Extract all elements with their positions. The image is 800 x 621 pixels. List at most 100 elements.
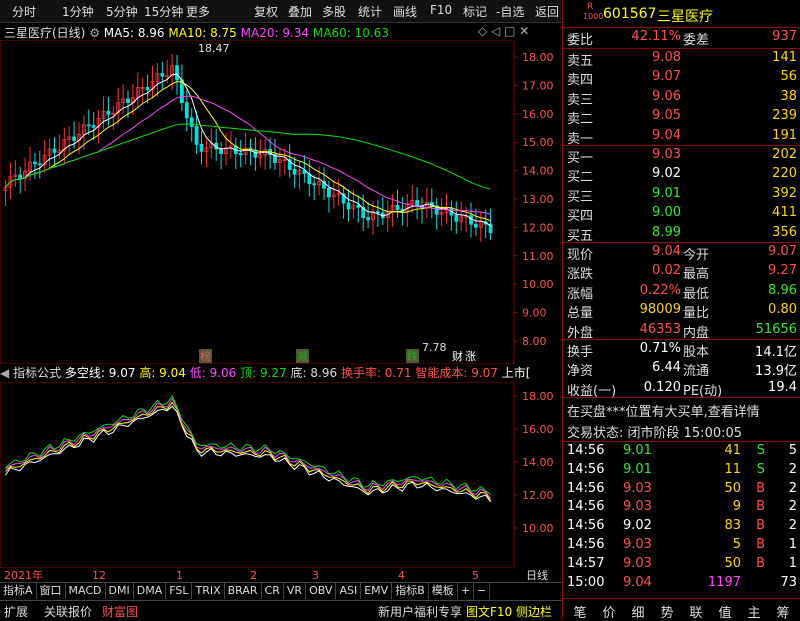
y-tick-label: 11.00	[522, 250, 554, 263]
indicator-tabs: 指标A 窗口 MACD DMI DMA FSL TRIX BRAR CR VR OBV ASI EMV 指…	[0, 582, 562, 600]
fund-row: 净资 6.44 流通 13.9亿	[563, 360, 800, 379]
indicator-tab-6[interactable]: TRIX	[192, 583, 225, 599]
candle	[160, 73, 165, 77]
toolbar-item-2[interactable]: 5分钟	[106, 3, 138, 20]
low-value: 低: 9.06	[189, 366, 237, 380]
toolbar-item-3[interactable]: 15分钟	[144, 3, 183, 20]
toolbar-item-8[interactable]: 统计	[358, 3, 382, 20]
tick-side: B	[756, 480, 765, 496]
indicator-tab-14[interactable]: 模板	[429, 583, 458, 599]
indicator-tab-9[interactable]: VR	[284, 583, 307, 599]
tick-count: 2	[788, 461, 797, 477]
collapse-icon[interactable]: ◀	[0, 366, 9, 380]
sidebar-link[interactable]: 侧边栏	[516, 603, 552, 620]
indicator-line-2	[5, 397, 491, 499]
indicator-tab-7[interactable]: BRAR	[225, 583, 262, 599]
stat-value: 9.27	[768, 263, 797, 279]
event-marker[interactable]: 财	[452, 349, 463, 363]
indicator-tab-0[interactable]: 指标A	[0, 583, 37, 599]
candle	[175, 65, 179, 81]
quote-tab-7[interactable]: 筹	[770, 602, 796, 621]
ask-volume: 141	[772, 50, 797, 65]
quote-tab-5[interactable]: 值	[712, 602, 738, 621]
event-marker[interactable]: 涨	[465, 350, 476, 363]
toolbar-item-6[interactable]: 叠加	[288, 3, 312, 20]
bid-row: 买三 9.01 392	[563, 185, 800, 205]
toolbar-item-11[interactable]: 标记	[463, 3, 487, 20]
toolbar-item-0[interactable]: 分时	[12, 3, 36, 20]
duokong-value: 多空线: 9.07	[64, 366, 136, 380]
stat-label: 总量	[567, 306, 594, 322]
indicator-line-0	[5, 405, 492, 503]
bid-row: 买四 9.00 411	[563, 205, 800, 224]
toolbar-item-7[interactable]: 多股	[322, 3, 346, 20]
toolbar-item-5[interactable]: 复权	[254, 3, 278, 20]
weibi-label: 委比	[567, 33, 594, 48]
toolbar-item-10[interactable]: F10	[430, 3, 452, 17]
toolbar-item-9[interactable]: 画线	[393, 3, 417, 20]
indicator-frame	[0, 382, 515, 568]
indicator-tab-3[interactable]: DMI	[106, 583, 134, 599]
ma10-label: MA10: 8.75	[168, 26, 237, 40]
indicator-title[interactable]: 指标公式	[13, 366, 61, 380]
indicator-tab-5[interactable]: FSL	[166, 583, 193, 599]
kline-chart[interactable]: 18.00 17.00 16.00 15.00 14.00 13.00 12.00 11.00…	[0, 40, 562, 364]
indicator-tab-16[interactable]: −	[474, 583, 491, 599]
y-tick-label: 9.00	[522, 307, 547, 320]
stat-row: 涨幅 0.22% 最低 8.96	[563, 283, 800, 302]
indicator-tab-11[interactable]: ASI	[336, 583, 362, 599]
ask-label: 卖一	[567, 131, 594, 147]
ask-row: 卖二 9.05 239	[563, 108, 800, 127]
quote-tab-0[interactable]: 笔	[567, 602, 593, 621]
period-label[interactable]: 日线	[526, 568, 548, 582]
toolbar-item-12[interactable]: -自选	[496, 3, 524, 20]
wealth-map-link[interactable]: 财富图	[102, 603, 138, 620]
tick-side: B	[756, 518, 765, 534]
tick-volume: 83	[724, 518, 741, 534]
indicator-tab-15[interactable]: +	[458, 583, 474, 599]
quote-tab-3[interactable]: 势	[654, 602, 680, 621]
bid-label: 买三	[567, 189, 594, 205]
new-user-link[interactable]: 新用户福利专享	[378, 603, 462, 620]
indicator-tab-12[interactable]: EMV	[361, 583, 393, 599]
bid-label: 买二	[567, 170, 594, 186]
candle	[375, 211, 380, 214]
quote-tab-6[interactable]: 主	[741, 602, 767, 621]
toolbar-item-1[interactable]: 1分钟	[62, 3, 94, 20]
indicator-tab-1[interactable]: 窗口	[37, 583, 66, 599]
indicator-tab-8[interactable]: CR	[262, 583, 284, 599]
ma10-line	[5, 81, 491, 222]
big-order-notice[interactable]: 在买盘***位置有大买单,查看详情	[563, 401, 800, 421]
fund-label: 股本	[683, 345, 710, 360]
toolbar-item-4[interactable]: 更多	[186, 3, 210, 20]
related-quote-link[interactable]: 关联报价	[44, 603, 92, 620]
quote-tab-2[interactable]: 细	[625, 602, 651, 621]
fund-value: 0.120	[643, 379, 681, 395]
chart-window-controls[interactable]: ◇ ◁ □ ✕	[478, 24, 529, 38]
x-axis-label: 3	[312, 569, 319, 582]
indicator-tab-10[interactable]: OBV	[306, 583, 337, 599]
bid-volume: 392	[772, 185, 797, 201]
indicator-chart[interactable]: 18.00 16.00 14.00 12.00 10.00	[0, 382, 562, 568]
chart-stock-name: 三星医疗(日线)	[4, 26, 86, 40]
candle	[52, 148, 57, 153]
tick-time: 14:56	[567, 480, 605, 496]
weicha-label: 委差	[683, 33, 710, 48]
candle	[415, 200, 420, 207]
indicator-tab-2[interactable]: MACD	[66, 583, 106, 599]
settings-icon[interactable]: ⚙	[89, 26, 100, 40]
indicator-tab-13[interactable]: 指标B	[392, 583, 429, 599]
tick-price: 9.04	[623, 574, 652, 590]
expand-link[interactable]: 扩展	[4, 603, 28, 620]
quote-tab-4[interactable]: 联	[683, 602, 709, 621]
f10-link[interactable]: 图文F10	[466, 603, 512, 620]
event-marker[interactable]: 榜	[200, 349, 211, 363]
event-marker[interactable]: 减	[297, 350, 308, 363]
indicator-tab-4[interactable]: DMA	[134, 583, 167, 599]
stock-name: 三星医疗	[657, 9, 713, 25]
tick-volume: 11	[724, 461, 741, 477]
quote-tab-1[interactable]: 价	[596, 602, 622, 621]
fund-value: 14.1亿	[755, 345, 797, 360]
event-marker[interactable]: 跌	[407, 349, 418, 363]
toolbar-item-13[interactable]: 返回	[535, 3, 559, 20]
